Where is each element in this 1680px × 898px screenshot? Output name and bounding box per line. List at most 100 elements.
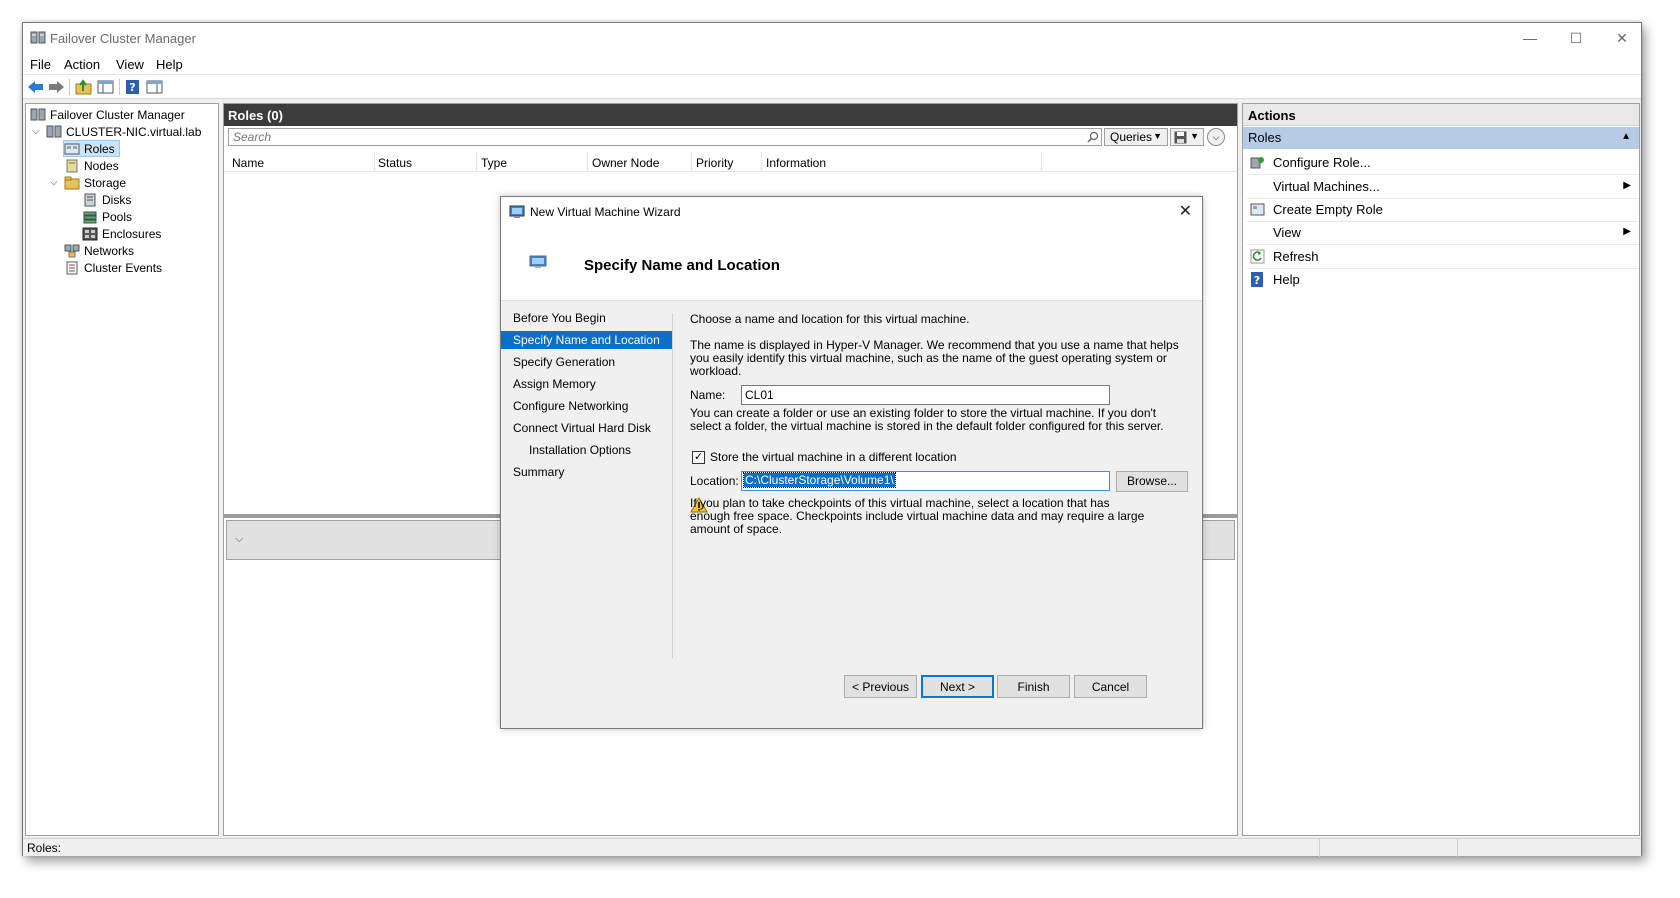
step-configure-networking[interactable]: Configure Networking	[501, 397, 672, 415]
action-refresh[interactable]: Refresh	[1243, 245, 1639, 268]
step-specify-name-location[interactable]: Specify Name and Location	[501, 331, 672, 349]
dropdown-arrow-icon: ▼	[1153, 131, 1162, 141]
menu-file[interactable]: File	[30, 57, 51, 72]
step-connect-virtual-hard-disk[interactable]: Connect Virtual Hard Disk	[501, 419, 672, 437]
column-divider[interactable]	[761, 152, 762, 172]
menu-view[interactable]: View	[116, 57, 144, 72]
search-icon[interactable]	[1087, 131, 1099, 143]
location-value: C:\ClusterStorage\Volume1\	[743, 472, 896, 488]
name-help-text: The name is displayed in Hyper-V Manager…	[690, 338, 1179, 378]
actions-section-roles[interactable]: Roles ▲	[1243, 127, 1639, 149]
column-divider[interactable]	[1041, 152, 1042, 172]
refresh-icon	[1250, 249, 1265, 264]
cancel-button[interactable]: Cancel	[1074, 675, 1147, 698]
action-view[interactable]: View ▶	[1243, 221, 1639, 244]
up-folder-icon[interactable]	[75, 79, 93, 95]
tree-label-networks: Networks	[84, 243, 135, 258]
column-header-priority[interactable]: Priority	[696, 156, 733, 170]
close-icon[interactable]: ✕	[1179, 201, 1192, 221]
actions-section-label: Roles	[1248, 130, 1282, 145]
expand-chevron-icon[interactable]: ⌵	[50, 177, 58, 188]
status-text: Roles:	[27, 841, 62, 855]
previous-button[interactable]: < Previous	[844, 675, 917, 698]
pools-icon	[83, 211, 97, 223]
browse-button[interactable]: Browse...	[1116, 471, 1188, 492]
roles-search-input[interactable]: Search	[228, 128, 1102, 146]
expand-chevron-icon[interactable]: ⌵	[32, 126, 40, 137]
column-header-status[interactable]: Status	[378, 156, 412, 170]
finish-button[interactable]: Finish	[997, 675, 1070, 698]
tree-item-enclosures[interactable]: Enclosures	[82, 225, 161, 242]
next-button[interactable]: Next >	[921, 675, 994, 698]
status-divider	[1457, 839, 1458, 857]
collapse-search-button[interactable]: ⌵	[1207, 128, 1225, 146]
action-help[interactable]: ? Help	[1243, 268, 1639, 291]
intro-text: Choose a name and location for this virt…	[690, 312, 970, 326]
action-virtual-machines[interactable]: Virtual Machines... ▶	[1243, 175, 1639, 198]
tree-item-roles[interactable]: Roles	[63, 140, 120, 157]
dropdown-arrow-icon: ▼	[1190, 131, 1199, 141]
maximize-button[interactable]: ☐	[1553, 23, 1599, 53]
tree-item-cluster[interactable]: CLUSTER-NIC.virtual.lab	[46, 123, 201, 140]
column-divider[interactable]	[374, 152, 375, 172]
step-specify-generation[interactable]: Specify Generation	[501, 353, 672, 371]
show-hide-tree-icon[interactable]	[97, 79, 115, 95]
actions-pane-title: Actions	[1243, 104, 1639, 126]
virtual-machine-icon	[529, 255, 547, 268]
tree-item-storage[interactable]: Storage	[64, 174, 126, 191]
tree-item-disks[interactable]: Disks	[82, 191, 131, 208]
networks-icon	[64, 244, 80, 257]
menu-action[interactable]: Action	[64, 57, 100, 72]
store-different-location-label[interactable]: Store the virtual machine in a different…	[710, 451, 957, 464]
location-input[interactable]: C:\ClusterStorage\Volume1\	[741, 471, 1110, 491]
tree-label-cluster: CLUSTER-NIC.virtual.lab	[66, 124, 202, 139]
roles-grid-header: Name Status Type Owner Node Priority Inf…	[224, 152, 1237, 172]
roles-pane-title: Roles (0)	[224, 104, 1237, 126]
tree-item-networks[interactable]: Networks	[64, 242, 134, 259]
tree-label-cluster-events: Cluster Events	[84, 260, 163, 275]
forward-arrow-icon[interactable]	[47, 79, 65, 95]
column-divider[interactable]	[691, 152, 692, 172]
title-bar: Failover Cluster Manager — ☐ ✕	[23, 23, 1641, 53]
chevron-down-icon[interactable]: ⌵	[235, 533, 243, 546]
close-window-button[interactable]: ✕	[1599, 23, 1645, 53]
toolbar-separator	[69, 79, 70, 95]
collapse-up-icon[interactable]: ▲	[1621, 131, 1631, 142]
step-summary[interactable]: Summary	[501, 463, 672, 481]
help-icon: ?	[1251, 272, 1263, 287]
actions-pane: Actions Roles ▲ Configure Role... Virtua…	[1242, 103, 1640, 836]
action-configure-role[interactable]: Configure Role...	[1243, 151, 1639, 174]
action-create-empty-role[interactable]: Create Empty Role	[1243, 198, 1639, 221]
virtual-machine-icon	[509, 205, 525, 218]
tree-item-cluster-events[interactable]: Cluster Events	[64, 259, 162, 276]
minimize-button[interactable]: —	[1507, 23, 1553, 53]
column-header-name[interactable]: Name	[232, 156, 264, 170]
tree-item-nodes[interactable]: Nodes	[64, 157, 119, 174]
tree-label-enclosures: Enclosures	[102, 226, 162, 241]
step-installation-options[interactable]: Installation Options	[501, 441, 672, 459]
show-hide-action-pane-icon[interactable]	[146, 79, 164, 95]
help-icon[interactable]: ?	[124, 79, 142, 95]
navigation-tree: Failover Cluster Manager ⌵ CLUSTER-NIC.v…	[25, 103, 219, 836]
column-divider[interactable]	[476, 152, 477, 172]
cluster-events-icon	[66, 261, 78, 274]
column-header-owner-node[interactable]: Owner Node	[592, 156, 659, 170]
step-before-you-begin[interactable]: Before You Begin	[501, 309, 672, 327]
save-query-button[interactable]: ▼	[1170, 128, 1204, 146]
column-divider[interactable]	[587, 152, 588, 172]
save-icon	[1174, 131, 1187, 144]
tree-item-pools[interactable]: Pools	[82, 208, 132, 225]
step-assign-memory[interactable]: Assign Memory	[501, 375, 672, 393]
action-label: Configure Role...	[1273, 155, 1371, 170]
queries-button[interactable]: Queries ▼	[1104, 128, 1168, 146]
vm-name-input[interactable]: CL01	[741, 385, 1110, 405]
tree-item-root[interactable]: Failover Cluster Manager	[30, 106, 185, 123]
back-arrow-icon[interactable]	[27, 79, 45, 95]
menu-help[interactable]: Help	[156, 57, 183, 72]
toolbar: ?	[23, 75, 1641, 99]
column-header-information[interactable]: Information	[766, 156, 826, 170]
store-different-location-checkbox[interactable]: ✓	[692, 451, 705, 464]
svg-text:?: ?	[1254, 274, 1260, 287]
column-header-type[interactable]: Type	[481, 156, 507, 170]
tree-label-pools: Pools	[102, 209, 133, 224]
